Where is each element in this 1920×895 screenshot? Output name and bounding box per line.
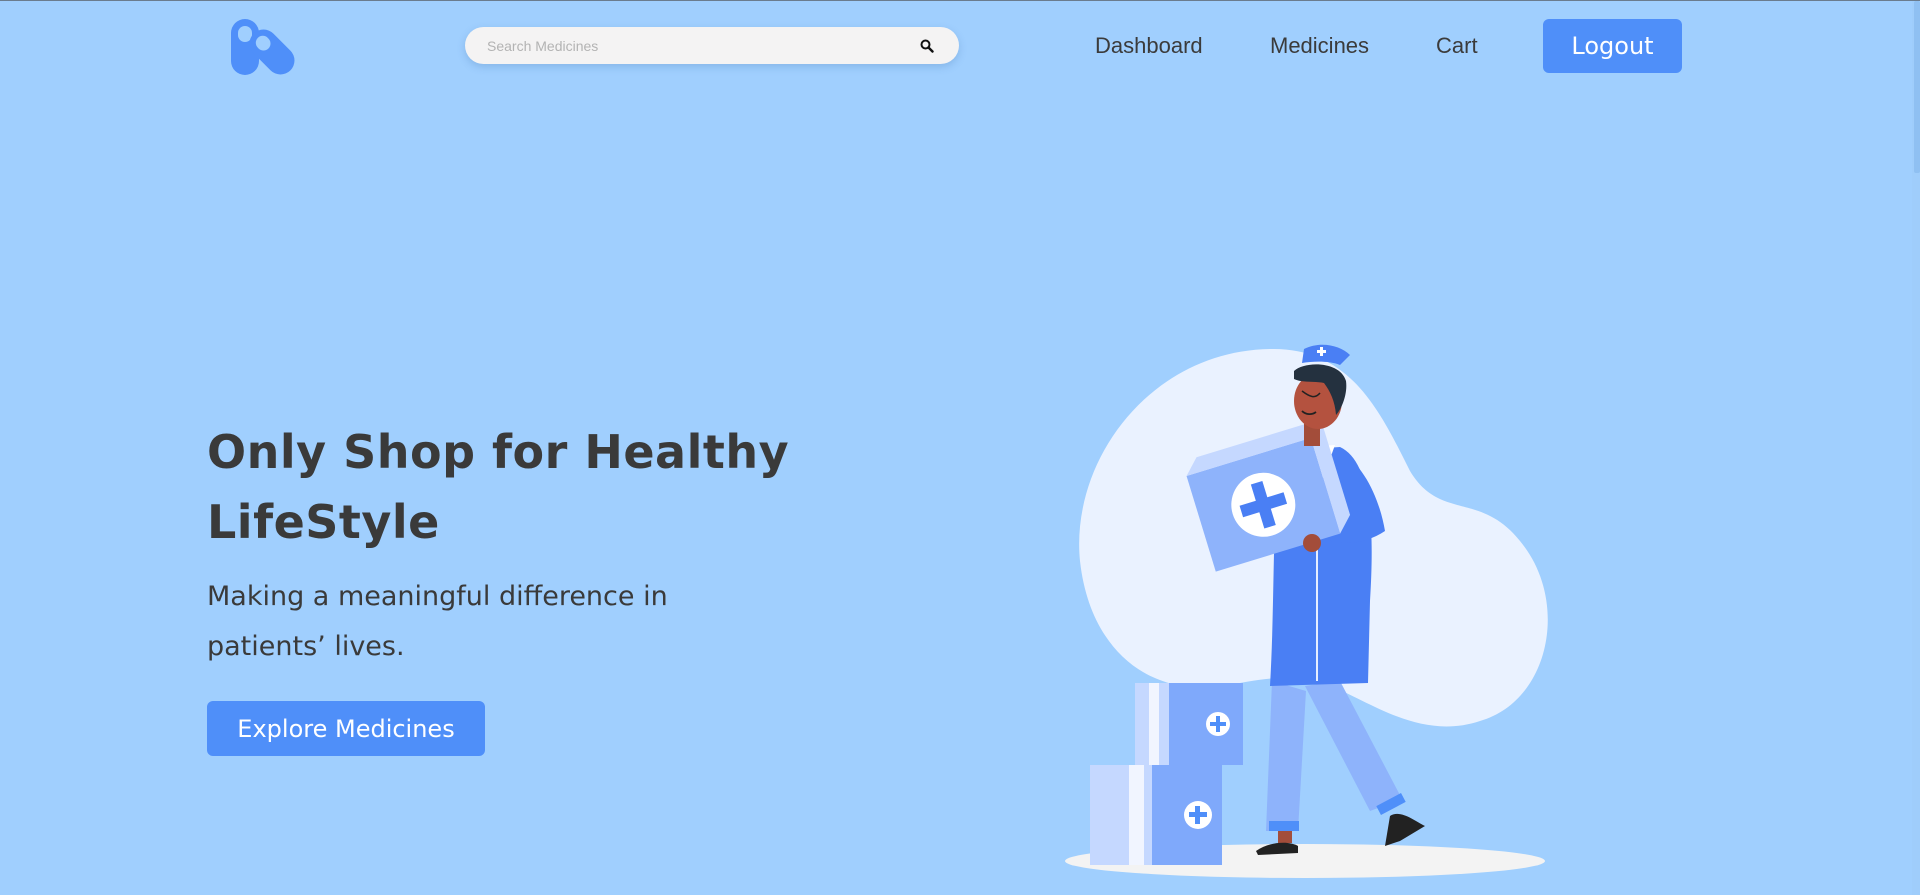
nav-medicines-link[interactable]: Medicines	[1270, 31, 1369, 61]
pills-logo-icon[interactable]	[230, 18, 304, 76]
site-header: Dashboard Medicines Cart Logout	[0, 1, 1920, 91]
logout-button[interactable]: Logout	[1543, 19, 1682, 73]
page-scrollbar[interactable]	[1912, 1, 1920, 895]
nav-cart-link[interactable]: Cart	[1436, 31, 1478, 61]
search-icon[interactable]	[912, 31, 942, 60]
pharmacist-illustration	[1040, 341, 1580, 881]
search-bar	[465, 27, 959, 64]
search-input[interactable]	[487, 27, 907, 64]
explore-medicines-button[interactable]: Explore Medicines	[207, 701, 485, 756]
hero-subtitle: Making a meaningful difference in patien…	[207, 581, 668, 662]
hero-title: Only Shop for Healthy LifeStyle	[207, 425, 790, 549]
nav-dashboard-link[interactable]: Dashboard	[1095, 31, 1203, 61]
